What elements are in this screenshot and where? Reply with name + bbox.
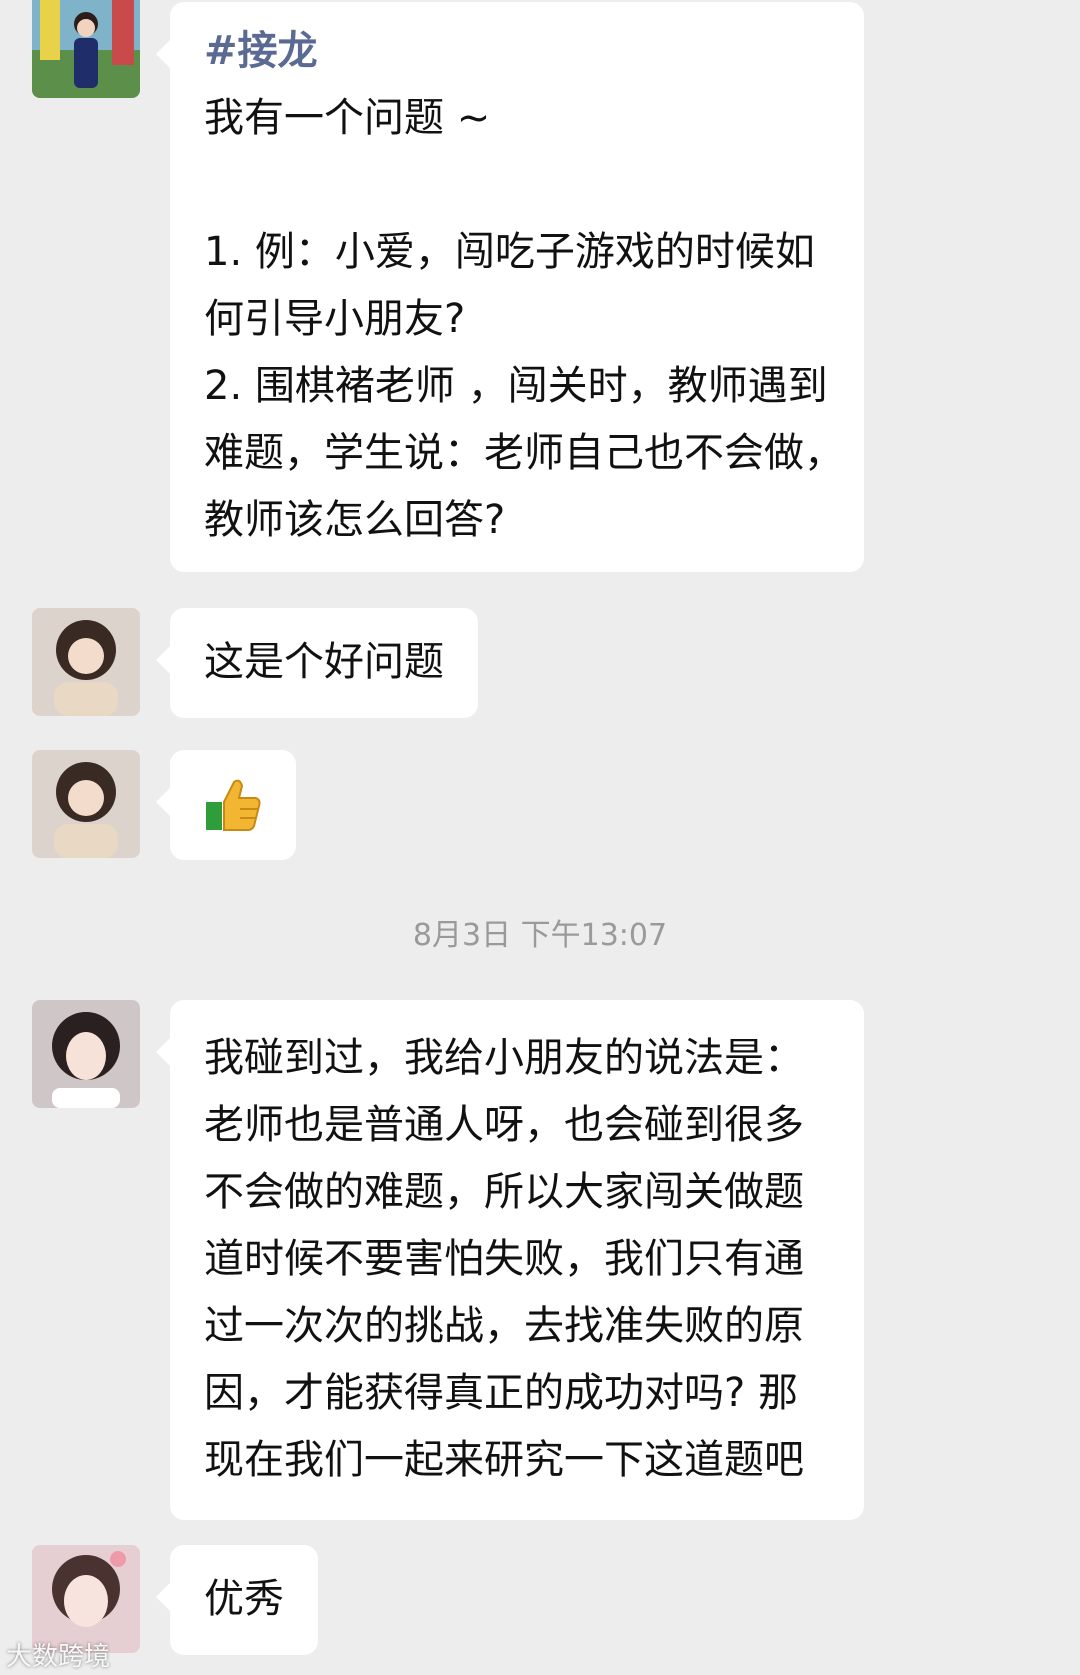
message-line: 过一次次的挑战，去找准失败的原 — [204, 1303, 804, 1349]
message-bubble[interactable]: 我碰到过，我给小朋友的说法是： 老师也是普通人呀，也会碰到很多 不会做的难题，所… — [156, 1000, 864, 1520]
avatar-image — [32, 0, 140, 98]
avatar[interactable] — [32, 1000, 140, 1108]
message-bubble[interactable]: 优秀 — [156, 1545, 318, 1655]
hashtag-label[interactable]: #接龙 — [204, 18, 830, 85]
message-line: 难题，学生说：老师自己也不会做， — [204, 430, 844, 476]
message-line: 1. 例：小爱，闯吃子游戏的时候如 — [204, 229, 815, 275]
timestamp: 8月3日 下午13:07 — [412, 918, 668, 953]
avatar-image — [32, 1000, 140, 1108]
message-line: 我有一个问题 ~ — [204, 95, 491, 141]
avatar[interactable] — [32, 750, 140, 858]
message-line: 优秀 — [204, 1576, 284, 1622]
message-line: 老师也是普通人呀，也会碰到很多 — [204, 1102, 804, 1148]
message-line: 我碰到过，我给小朋友的说法是： — [204, 1035, 804, 1081]
message-line: 2. 围棋褚老师 ，闯关时，教师遇到 — [204, 363, 828, 409]
avatar[interactable] — [32, 0, 140, 98]
thumbs-up-icon — [206, 779, 261, 831]
message-line: 不会做的难题，所以大家闯关做题 — [204, 1169, 804, 1215]
message-bubble[interactable] — [156, 750, 296, 860]
message-bubble[interactable]: #接龙 我有一个问题 ~ 1. 例：小爱，闯吃子游戏的时候如 何引导小朋友? 2… — [156, 2, 864, 572]
watermark: 大数跨境 — [6, 1642, 111, 1672]
message-line: 何引导小朋友? — [204, 296, 466, 342]
message-line: 教师该怎么回答? — [204, 497, 506, 543]
message-line: 道时候不要害怕失败，我们只有通 — [204, 1236, 804, 1282]
message-bubble[interactable]: 这是个好问题 — [156, 608, 478, 718]
message-line: 这是个好问题 — [204, 639, 444, 685]
avatar[interactable] — [32, 608, 140, 716]
avatar-image — [32, 608, 140, 716]
message-line: 现在我们一起来研究一下这道题吧 — [204, 1437, 804, 1483]
avatar-image — [32, 750, 140, 858]
message-line: 因，才能获得真正的成功对吗? 那 — [204, 1370, 798, 1416]
message-line — [204, 152, 830, 219]
